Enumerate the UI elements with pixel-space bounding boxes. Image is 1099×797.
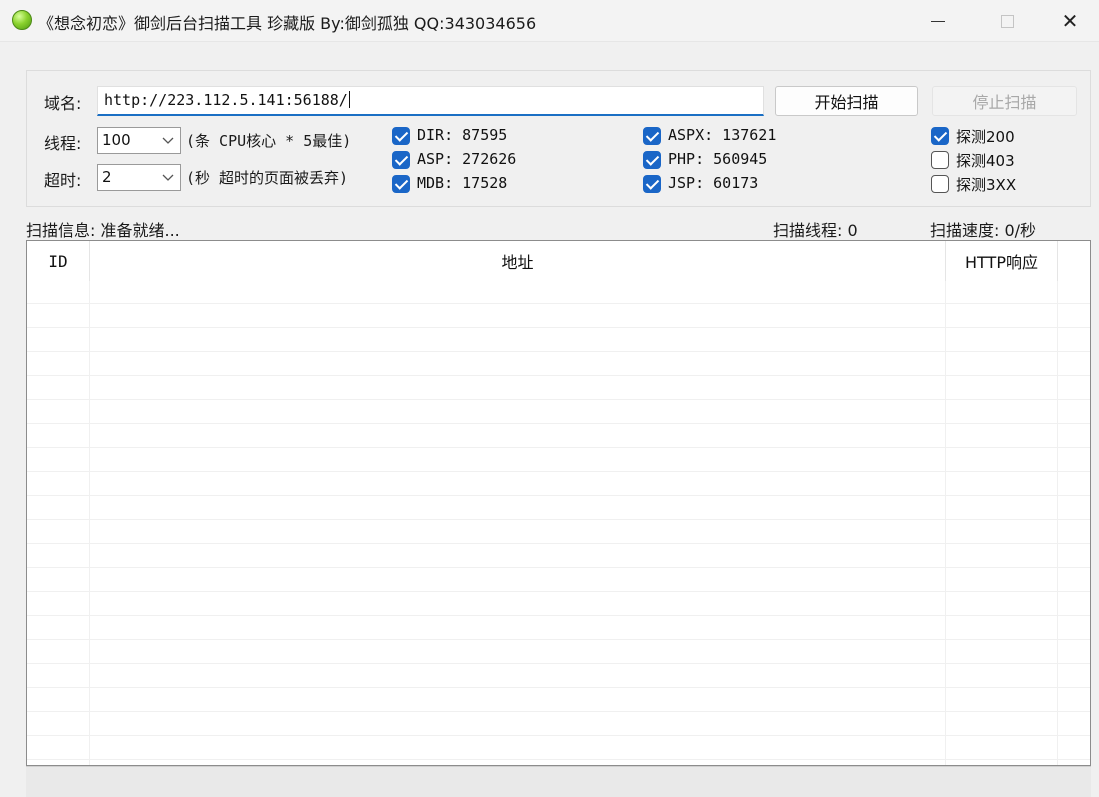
row-gridline (27, 471, 1090, 472)
row-gridline (27, 687, 1090, 688)
column-header-address[interactable]: 地址 (90, 241, 945, 281)
chevron-down-icon (162, 137, 174, 144)
stop-scan-button[interactable]: 停止扫描 (932, 86, 1077, 116)
maximize-icon (1000, 14, 1014, 28)
threads-label: 线程: (44, 134, 82, 153)
results-table[interactable]: ID 地址 HTTP响应 (26, 240, 1091, 766)
probe-checkbox-label: 探测3XX (956, 176, 1017, 194)
status-bar (26, 766, 1091, 797)
probe-checkbox-label: 探测403 (956, 152, 1015, 170)
row-gridline (27, 447, 1090, 448)
row-gridline (27, 543, 1090, 544)
row-gridline (27, 663, 1090, 664)
timeout-label: 超时: (44, 171, 82, 190)
column-gridline (89, 281, 90, 765)
row-gridline (27, 591, 1090, 592)
row-gridline (27, 519, 1090, 520)
domain-label: 域名: (44, 94, 82, 113)
column-header-id[interactable]: ID (27, 241, 89, 281)
dict-checkbox-label: ASPX: 137621 (668, 126, 777, 144)
timeout-combo[interactable]: 2 (97, 164, 181, 191)
row-gridline (27, 423, 1090, 424)
maximize-button[interactable] (972, 0, 1042, 42)
minimize-icon (931, 20, 945, 22)
close-button[interactable]: ✕ (1041, 0, 1099, 42)
row-gridline (27, 567, 1090, 568)
row-gridline (27, 375, 1090, 376)
probe-checkbox-label: 探测200 (956, 128, 1015, 146)
row-gridline (27, 399, 1090, 400)
checkbox-box[interactable] (643, 127, 661, 145)
checkbox-box[interactable] (931, 151, 949, 169)
scan-threads-status: 扫描线程: 0 (773, 221, 858, 240)
row-gridline (27, 615, 1090, 616)
scan-info-status: 扫描信息: 准备就绪... (26, 221, 180, 240)
domain-input[interactable]: http://223.112.5.141:56188/ (97, 86, 764, 116)
row-gridline (27, 711, 1090, 712)
threads-combo[interactable]: 100 (97, 127, 181, 154)
row-gridline (27, 759, 1090, 760)
checkbox-box[interactable] (643, 151, 661, 169)
timeout-value: 2 (102, 168, 112, 186)
dict-checkbox-label: MDB: 17528 (417, 174, 508, 192)
chevron-down-icon (162, 174, 174, 181)
minimize-button[interactable] (903, 0, 973, 42)
checkbox-box[interactable] (392, 175, 410, 193)
checkbox-box[interactable] (931, 175, 949, 193)
column-header-http-response[interactable]: HTTP响应 (946, 241, 1057, 281)
row-gridline (27, 639, 1090, 640)
dict-checkbox-label: DIR: 87595 (417, 126, 508, 144)
row-gridline (27, 303, 1090, 304)
column-gridline (945, 281, 946, 765)
domain-input-value: http://223.112.5.141:56188/ (104, 91, 348, 109)
row-gridline (27, 351, 1090, 352)
checkbox-box[interactable] (392, 151, 410, 169)
column-gridline (1057, 281, 1058, 765)
dict-checkbox-label: PHP: 560945 (668, 150, 768, 168)
row-gridline (27, 735, 1090, 736)
app-icon (12, 10, 32, 30)
checkbox-box[interactable] (392, 127, 410, 145)
row-gridline (27, 327, 1090, 328)
title-bar: 《想念初恋》御剑后台扫描工具 珍藏版 By:御剑孤独 QQ:343034656 … (0, 0, 1099, 42)
checkbox-box[interactable] (643, 175, 661, 193)
checkbox-box[interactable] (931, 127, 949, 145)
start-scan-button[interactable]: 开始扫描 (775, 86, 918, 116)
threads-value: 100 (102, 131, 131, 149)
close-icon: ✕ (1061, 9, 1079, 33)
window-title: 《想念初恋》御剑后台扫描工具 珍藏版 By:御剑孤独 QQ:343034656 (38, 14, 537, 33)
threads-hint: (条 CPU核心 * 5最佳) (186, 132, 352, 150)
dict-checkbox-label: JSP: 60173 (668, 174, 759, 192)
timeout-hint: (秒 超时的页面被丢弃) (186, 169, 349, 187)
row-gridline (27, 495, 1090, 496)
dict-checkbox-label: ASP: 272626 (417, 150, 517, 168)
scan-speed-status: 扫描速度: 0/秒 (930, 221, 1037, 240)
